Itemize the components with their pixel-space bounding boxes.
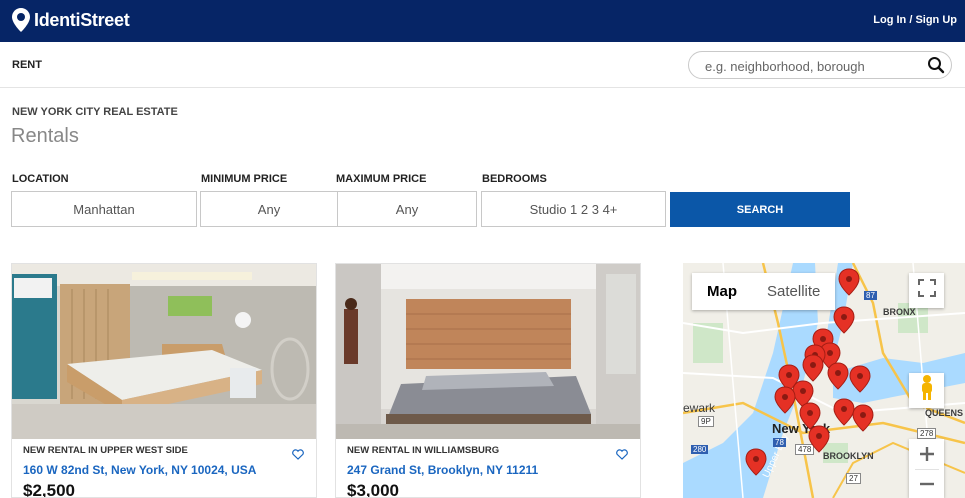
map-marker[interactable] xyxy=(808,425,830,453)
search-input[interactable] xyxy=(705,57,920,75)
listing-photo[interactable] xyxy=(12,264,316,439)
map-marker[interactable] xyxy=(833,398,855,426)
map-marker[interactable] xyxy=(849,365,871,393)
rent-nav-link[interactable]: RENT xyxy=(12,59,42,71)
favorite-heart-icon[interactable] xyxy=(292,447,304,465)
bedrooms-field[interactable]: Studio 1 2 3 4+ xyxy=(481,191,666,227)
fullscreen-button[interactable] xyxy=(909,273,944,308)
fullscreen-icon xyxy=(917,279,936,302)
brand-logo[interactable]: IdentiStreet xyxy=(12,8,130,32)
map-type-satellite-button[interactable]: Satellite xyxy=(752,273,835,310)
zoom-control xyxy=(909,439,944,498)
page-title: Rentals xyxy=(11,125,79,147)
min-price-field[interactable]: Any xyxy=(200,191,338,227)
listing-kicker: NEW RENTAL IN UPPER WEST SIDE xyxy=(23,445,188,456)
brand-name: IdentiStreet xyxy=(34,9,130,30)
listing-price: $3,000 xyxy=(347,481,399,498)
map-marker[interactable] xyxy=(838,268,860,296)
listing-photo[interactable] xyxy=(336,264,640,439)
listing-address-link[interactable]: 160 W 82nd St, New York, NY 10024, USA xyxy=(23,463,256,477)
max-price-value: Any xyxy=(395,201,419,217)
listing-card[interactable]: NEW RENTAL IN WILLIAMSBURG 247 Grand St,… xyxy=(335,263,641,498)
min-price-label: MINIMUM PRICE xyxy=(201,173,288,185)
listing-price: $2,500 xyxy=(23,481,75,498)
map-marker[interactable] xyxy=(799,402,821,430)
location-label: LOCATION xyxy=(12,173,69,185)
listing-address-link[interactable]: 247 Grand St, Brooklyn, NY 11211 xyxy=(347,463,538,477)
map-marker[interactable] xyxy=(774,386,796,414)
search-button[interactable]: SEARCH xyxy=(670,192,850,227)
map-marker[interactable] xyxy=(802,354,824,382)
location-field[interactable]: Manhattan xyxy=(11,191,197,227)
map-type-map-button[interactable]: Map xyxy=(692,273,752,310)
map-type-control: Map Satellite xyxy=(692,273,836,310)
sub-nav: RENT xyxy=(0,42,965,88)
favorite-heart-icon[interactable] xyxy=(616,447,628,465)
location-value: Manhattan xyxy=(73,201,135,217)
listings-map[interactable]: BRONX New York ewark BROOKLYN QUEENS Upp… xyxy=(683,263,965,498)
search-icon[interactable] xyxy=(927,56,945,79)
max-price-label: MAXIMUM PRICE xyxy=(336,173,427,185)
bedrooms-label: BEDROOMS xyxy=(482,173,547,185)
max-price-field[interactable]: Any xyxy=(337,191,477,227)
listing-card[interactable]: NEW RENTAL IN UPPER WEST SIDE 160 W 82nd… xyxy=(11,263,317,498)
map-marker[interactable] xyxy=(833,306,855,334)
zoom-out-icon[interactable] xyxy=(909,470,944,498)
zoom-in-icon[interactable] xyxy=(909,439,944,469)
map-marker[interactable] xyxy=(827,362,849,390)
street-view-pegman-button[interactable] xyxy=(909,373,944,408)
pegman-icon xyxy=(919,375,935,406)
login-signup-link[interactable]: Log In / Sign Up xyxy=(873,14,957,26)
map-pin-logo-icon xyxy=(12,8,30,32)
map-marker[interactable] xyxy=(745,448,767,476)
search-box xyxy=(688,51,952,79)
top-nav-bar: IdentiStreet Log In / Sign Up xyxy=(0,0,965,42)
map-marker[interactable] xyxy=(852,404,874,432)
min-price-value: Any xyxy=(257,201,281,217)
bedrooms-value: Studio 1 2 3 4+ xyxy=(529,201,618,217)
page-eyebrow: NEW YORK CITY REAL ESTATE xyxy=(12,106,178,118)
listing-kicker: NEW RENTAL IN WILLIAMSBURG xyxy=(347,445,500,456)
